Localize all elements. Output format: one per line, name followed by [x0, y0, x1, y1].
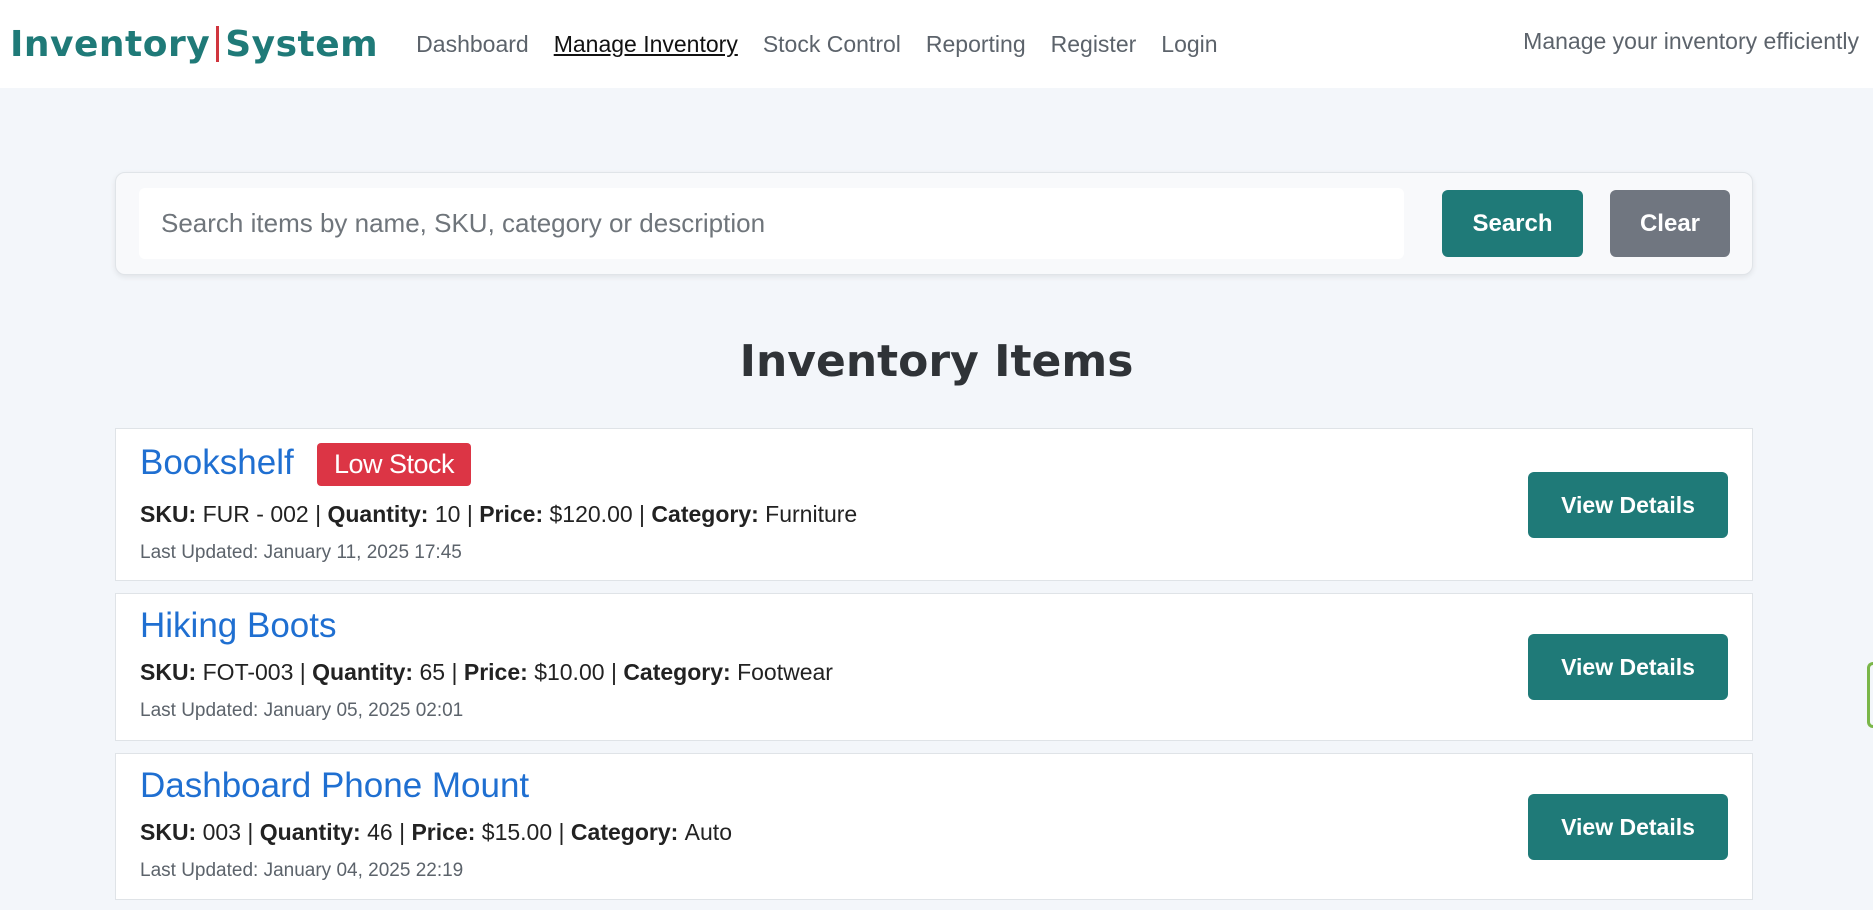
nav-link-manage-inventory[interactable]: Manage Inventory	[554, 31, 738, 58]
quantity-value: 65	[419, 659, 446, 685]
last-updated: Last Updated: January 11, 2025 17:45	[140, 542, 462, 563]
view-details-button[interactable]: View Details	[1528, 472, 1728, 538]
price-value: $120.00	[549, 501, 633, 527]
meta-separator: |	[558, 819, 571, 845]
category-value: Auto	[684, 819, 732, 845]
side-feedback-tab[interactable]	[1867, 662, 1873, 728]
category-value: Furniture	[765, 501, 858, 527]
low-stock-badge: Low Stock	[317, 443, 472, 486]
meta-separator: |	[639, 501, 652, 527]
item-meta: SKU: FUR - 002 | Quantity: 10 | Price: $…	[140, 501, 857, 528]
price-value: $10.00	[534, 659, 605, 685]
meta-separator: |	[399, 819, 412, 845]
sku-label: SKU:	[140, 819, 203, 845]
quantity-label: Quantity:	[327, 501, 435, 527]
brand-logo[interactable]: Inventory System	[10, 24, 378, 65]
item-name-link[interactable]: Bookshelf	[140, 443, 294, 483]
quantity-label: Quantity:	[312, 659, 420, 685]
search-button[interactable]: Search	[1442, 190, 1583, 257]
category-value: Footwear	[737, 659, 833, 685]
quantity-label: Quantity:	[259, 819, 368, 845]
meta-separator: |	[247, 819, 260, 845]
last-updated: Last Updated: January 04, 2025 22:19	[140, 860, 464, 881]
meta-separator: |	[451, 659, 464, 685]
item-card-bookshelf: Bookshelf Low Stock SKU: FUR - 002 | Qua…	[115, 428, 1753, 581]
category-label: Category:	[570, 819, 685, 845]
brand-separator	[216, 26, 220, 62]
item-name-link[interactable]: Dashboard Phone Mount	[140, 766, 529, 806]
nav-links: Dashboard Manage Inventory Stock Control…	[416, 31, 1242, 58]
sku-value: FUR - 002	[202, 501, 309, 527]
item-name-link[interactable]: Hiking Boots	[140, 606, 336, 646]
nav-link-dashboard[interactable]: Dashboard	[416, 31, 529, 58]
view-details-button[interactable]: View Details	[1528, 794, 1728, 860]
item-card-dashboard-phone-mount: Dashboard Phone Mount SKU: 003 | Quantit…	[115, 753, 1753, 900]
item-meta: SKU: FOT-003 | Quantity: 65 | Price: $10…	[140, 659, 833, 686]
price-value: $15.00	[481, 819, 553, 845]
nav-link-reporting[interactable]: Reporting	[926, 31, 1026, 58]
navbar: Inventory System Dashboard Manage Invent…	[0, 0, 1873, 88]
price-label: Price:	[463, 659, 535, 685]
item-card-hiking-boots: Hiking Boots SKU: FOT-003 | Quantity: 65…	[115, 593, 1753, 741]
nav-link-login[interactable]: Login	[1161, 31, 1217, 58]
quantity-value: 46	[367, 819, 393, 845]
brand-part1: Inventory	[10, 23, 211, 65]
nav-link-stock-control[interactable]: Stock Control	[763, 31, 901, 58]
brand-part2: System	[225, 23, 379, 65]
search-input[interactable]	[139, 188, 1404, 259]
price-label: Price:	[479, 501, 550, 527]
last-updated: Last Updated: January 05, 2025 02:01	[140, 700, 464, 721]
page-title: Inventory Items	[739, 336, 1134, 387]
item-meta: SKU: 003 | Quantity: 46 | Price: $15.00 …	[140, 819, 732, 846]
quantity-value: 10	[434, 501, 461, 527]
sku-label: SKU:	[140, 659, 203, 685]
search-card: Search Clear	[115, 172, 1753, 275]
category-label: Category:	[651, 501, 766, 527]
meta-separator: |	[315, 501, 328, 527]
clear-button[interactable]: Clear	[1610, 190, 1730, 257]
sku-value: 003	[202, 819, 241, 845]
meta-separator: |	[299, 659, 313, 685]
sku-value: FOT-003	[202, 659, 294, 685]
nav-link-register[interactable]: Register	[1051, 31, 1137, 58]
tagline: Manage your inventory efficiently	[1523, 28, 1859, 54]
view-details-button[interactable]: View Details	[1528, 634, 1728, 700]
meta-separator: |	[610, 659, 624, 685]
meta-separator: |	[466, 501, 480, 527]
price-label: Price:	[411, 819, 482, 845]
category-label: Category:	[623, 659, 738, 685]
sku-label: SKU:	[140, 501, 203, 527]
